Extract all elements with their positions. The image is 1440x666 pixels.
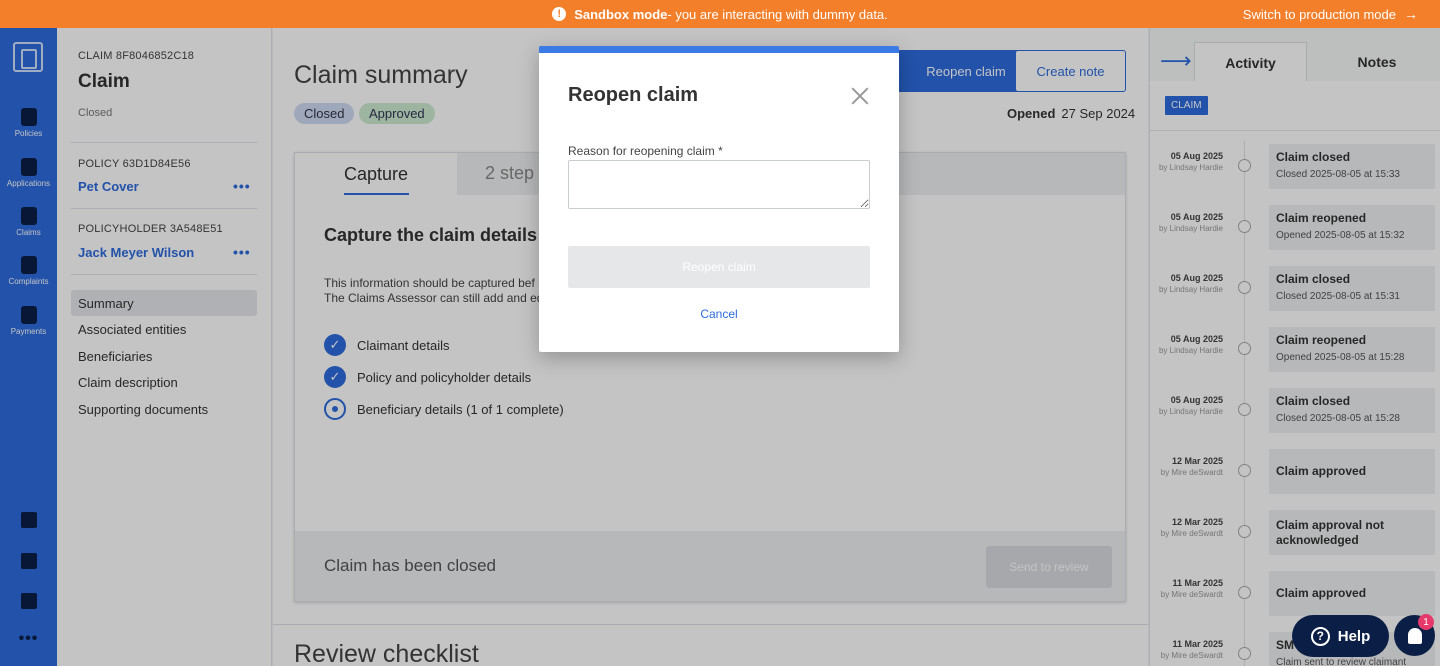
- bell-icon: [1407, 627, 1422, 644]
- dialog-title: Reopen claim: [568, 84, 699, 106]
- notifications-button[interactable]: 1: [1394, 614, 1435, 656]
- notification-count-badge: 1: [1418, 614, 1434, 630]
- sandbox-message: - you are interacting with dummy data.: [667, 6, 888, 22]
- switch-to-production-link[interactable]: Switch to production mode →: [1243, 0, 1418, 28]
- close-icon[interactable]: [851, 87, 869, 105]
- reason-label: Reason for reopening claim *: [568, 144, 723, 158]
- arrow-right-icon: →: [1404, 6, 1418, 22]
- sandbox-mode-label: Sandbox mode: [574, 6, 668, 22]
- reopen-claim-submit-button[interactable]: Reopen claim: [568, 246, 870, 288]
- help-button[interactable]: ? Help: [1292, 615, 1389, 657]
- switch-label: Switch to production mode: [1242, 6, 1396, 22]
- reason-textarea[interactable]: [568, 160, 870, 209]
- reopen-claim-dialog: Reopen claim Reason for reopening claim …: [539, 46, 899, 352]
- warning-icon: !: [552, 7, 567, 21]
- cancel-button[interactable]: Cancel: [539, 307, 899, 321]
- sandbox-banner: ! Sandbox mode - you are interacting wit…: [0, 0, 1440, 28]
- help-label: Help: [1337, 627, 1371, 645]
- question-icon: ?: [1310, 626, 1330, 646]
